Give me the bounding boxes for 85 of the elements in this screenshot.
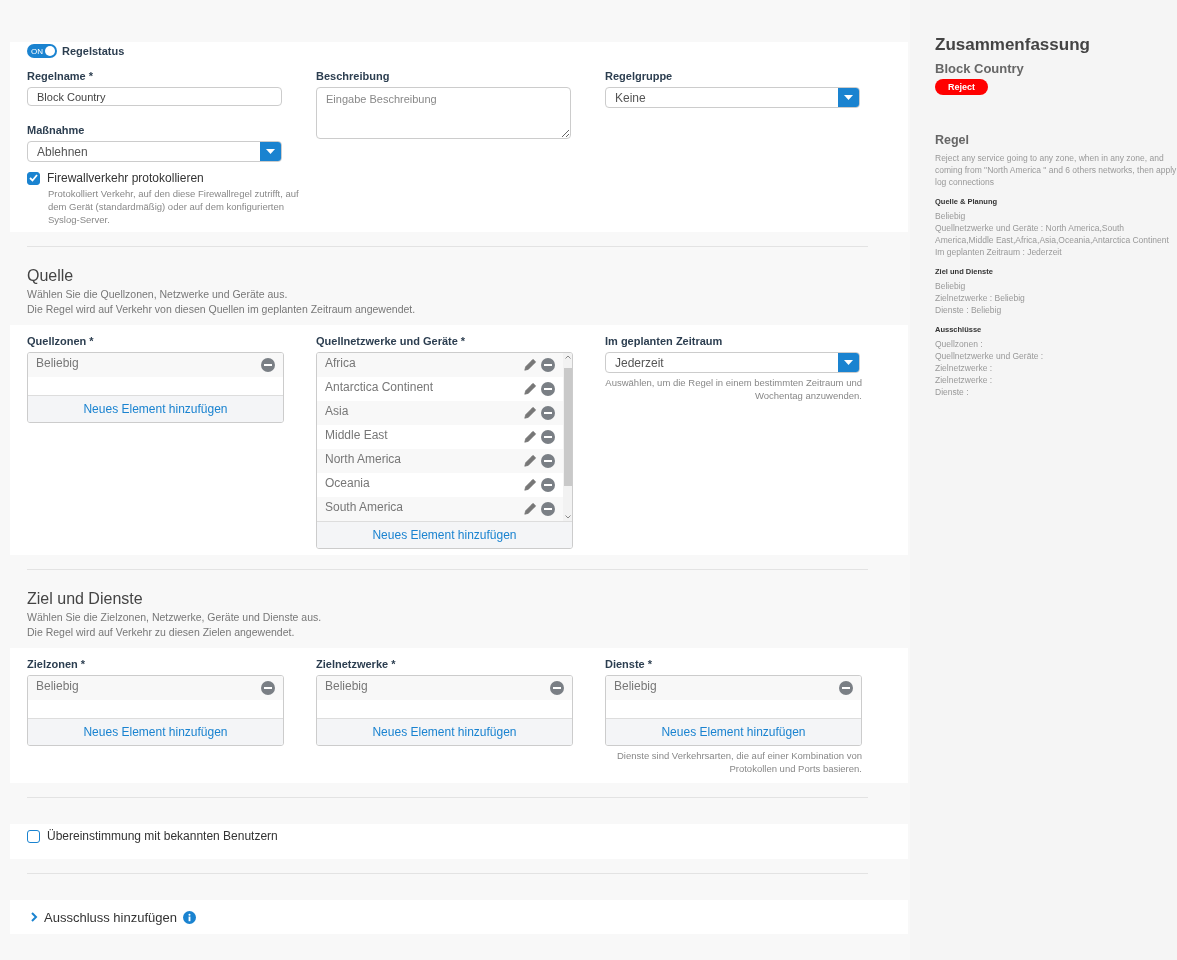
summary-title: Zusammenfassung (935, 35, 1091, 55)
text-area[interactable]: Eingabe Beschreibung (316, 87, 571, 139)
scroll-down-icon[interactable] (564, 515, 571, 519)
scroll-up-icon[interactable] (564, 355, 571, 359)
remove-icon[interactable] (541, 406, 555, 420)
list-item[interactable]: Oceania (317, 473, 563, 497)
section-title: Quelle (27, 267, 75, 285)
remove-icon[interactable] (261, 358, 275, 372)
field-label: Zielzonen * (27, 658, 86, 670)
action-badge: Reject (935, 79, 988, 95)
remove-icon[interactable] (261, 681, 275, 695)
summary-line: Zielnetzwerke : (935, 362, 994, 374)
summary-line: Quellnetzwerke und Geräte : (935, 350, 1045, 362)
toggle-switch[interactable]: ON (27, 44, 57, 58)
action-dropdown[interactable]: Ablehnen (27, 141, 282, 162)
field-label: Maßnahme (27, 124, 85, 136)
field-label: Quellnetzwerke und Geräte * (316, 335, 466, 347)
summary-line: Zielnetzwerke : Beliebig (935, 292, 1026, 304)
summary-line: Dienste : (935, 386, 970, 398)
input-field[interactable]: Block Country (27, 87, 282, 106)
list-item[interactable]: Beliebig (28, 353, 283, 377)
summary-line: Beliebig (935, 210, 967, 222)
summary-line: Im geplanten Zeitraum : Jederzeit (935, 246, 1063, 258)
checkbox[interactable] (27, 171, 40, 185)
list-item[interactable]: Middle East (317, 425, 563, 449)
list-item[interactable]: Beliebig (28, 676, 283, 700)
remove-icon[interactable] (541, 502, 555, 516)
remove-icon[interactable] (839, 681, 853, 695)
info-icon[interactable] (183, 910, 196, 924)
list-item[interactable]: Asia (317, 401, 563, 425)
field-label: Zielnetzwerke * (316, 658, 396, 670)
checkbox[interactable] (27, 829, 40, 843)
checkbox-label: Übereinstimmung mit bekannten Benutzern (47, 829, 278, 843)
field-label: Im geplanten Zeitraum (605, 335, 723, 347)
help-text: Protokolliert Verkehr, auf den diese Firewallregel zutrifft, auf dem Gerät (standardmäßig) oder auf dem konfigurierten Syslog-Server. (48, 187, 300, 226)
list-item[interactable]: Beliebig (317, 676, 572, 700)
group-dropdown[interactable]: Keine (605, 87, 860, 108)
summary-heading: Regel (935, 133, 971, 147)
pencil-icon[interactable] (523, 382, 537, 396)
section-title: Ziel und Dienste (27, 590, 144, 608)
help-text: Auswählen, um die Regel in einem bestimmten Zeitraum und Wochentag anzuwenden. (605, 376, 862, 402)
caret-icon (844, 95, 853, 100)
list-item[interactable]: Beliebig (606, 676, 861, 700)
section-description: Wählen Sie die Quellzonen, Netzwerke und Geräte aus. (27, 287, 289, 302)
summary-line: Beliebig (935, 280, 967, 292)
remove-icon[interactable] (541, 478, 555, 492)
summary-line: Zielnetzwerke : (935, 374, 994, 386)
remove-icon[interactable] (550, 681, 564, 695)
field-label: Regelgruppe (605, 70, 673, 82)
summary-line: Dienste : Beliebig (935, 304, 1003, 316)
remove-icon[interactable] (541, 358, 555, 372)
field-label: Regelname * (27, 70, 94, 82)
schedule-dropdown[interactable]: Jederzeit (605, 352, 860, 373)
section-description: Wählen Sie die Zielzonen, Netzwerke, Geräte und Dienste aus. (27, 610, 323, 625)
field-label: Beschreibung (316, 70, 390, 82)
remove-icon[interactable] (541, 430, 555, 444)
section-description: Die Regel wird auf Verkehr von diesen Quellen im geplanten Zeitraum angewendet. (27, 302, 417, 317)
check-icon (29, 174, 38, 182)
list-item[interactable]: South America (317, 497, 563, 521)
list-item[interactable]: Africa (317, 353, 563, 377)
pencil-icon[interactable] (523, 502, 537, 516)
pencil-icon[interactable] (523, 478, 537, 492)
list-item[interactable]: Antarctica Continent (317, 377, 563, 401)
help-text: Dienste sind Verkehrsarten, die auf einer Kombination von Protokollen und Ports basieren. (615, 749, 862, 775)
checkbox-label: Firewallverkehr protokollieren (47, 171, 204, 185)
remove-icon[interactable] (541, 454, 555, 468)
rule-description: Reject any service going to any zone, when in any zone, and coming from "North America " and 6 others networks, then apply log connections (935, 152, 1177, 188)
pencil-icon[interactable] (523, 406, 537, 420)
field-label: Quellzonen * (27, 335, 94, 347)
add-exclusion-link[interactable]: Ausschluss hinzufügen (44, 909, 177, 925)
section-description: Die Regel wird auf Verkehr zu diesen Zielen angewendet. (27, 625, 296, 640)
caret-icon (844, 360, 853, 365)
scrollbar[interactable] (563, 353, 572, 521)
list-item[interactable]: North America (317, 449, 563, 473)
summary-line: Quellzonen : (935, 338, 984, 350)
remove-icon[interactable] (541, 382, 555, 396)
pencil-icon[interactable] (523, 454, 537, 468)
chevron-right-icon[interactable] (30, 912, 38, 922)
caret-icon (266, 149, 275, 154)
rule-name: Block Country (935, 61, 1025, 76)
pencil-icon[interactable] (523, 430, 537, 444)
summary-line: Quellnetzwerke und Geräte : North America,South America,Middle East,Africa,Asia,Oceania,Antarctica Continent (935, 222, 1170, 246)
pencil-icon[interactable] (523, 358, 537, 372)
field-label: Regelstatus (62, 45, 125, 57)
field-label: Dienste * (605, 658, 653, 670)
